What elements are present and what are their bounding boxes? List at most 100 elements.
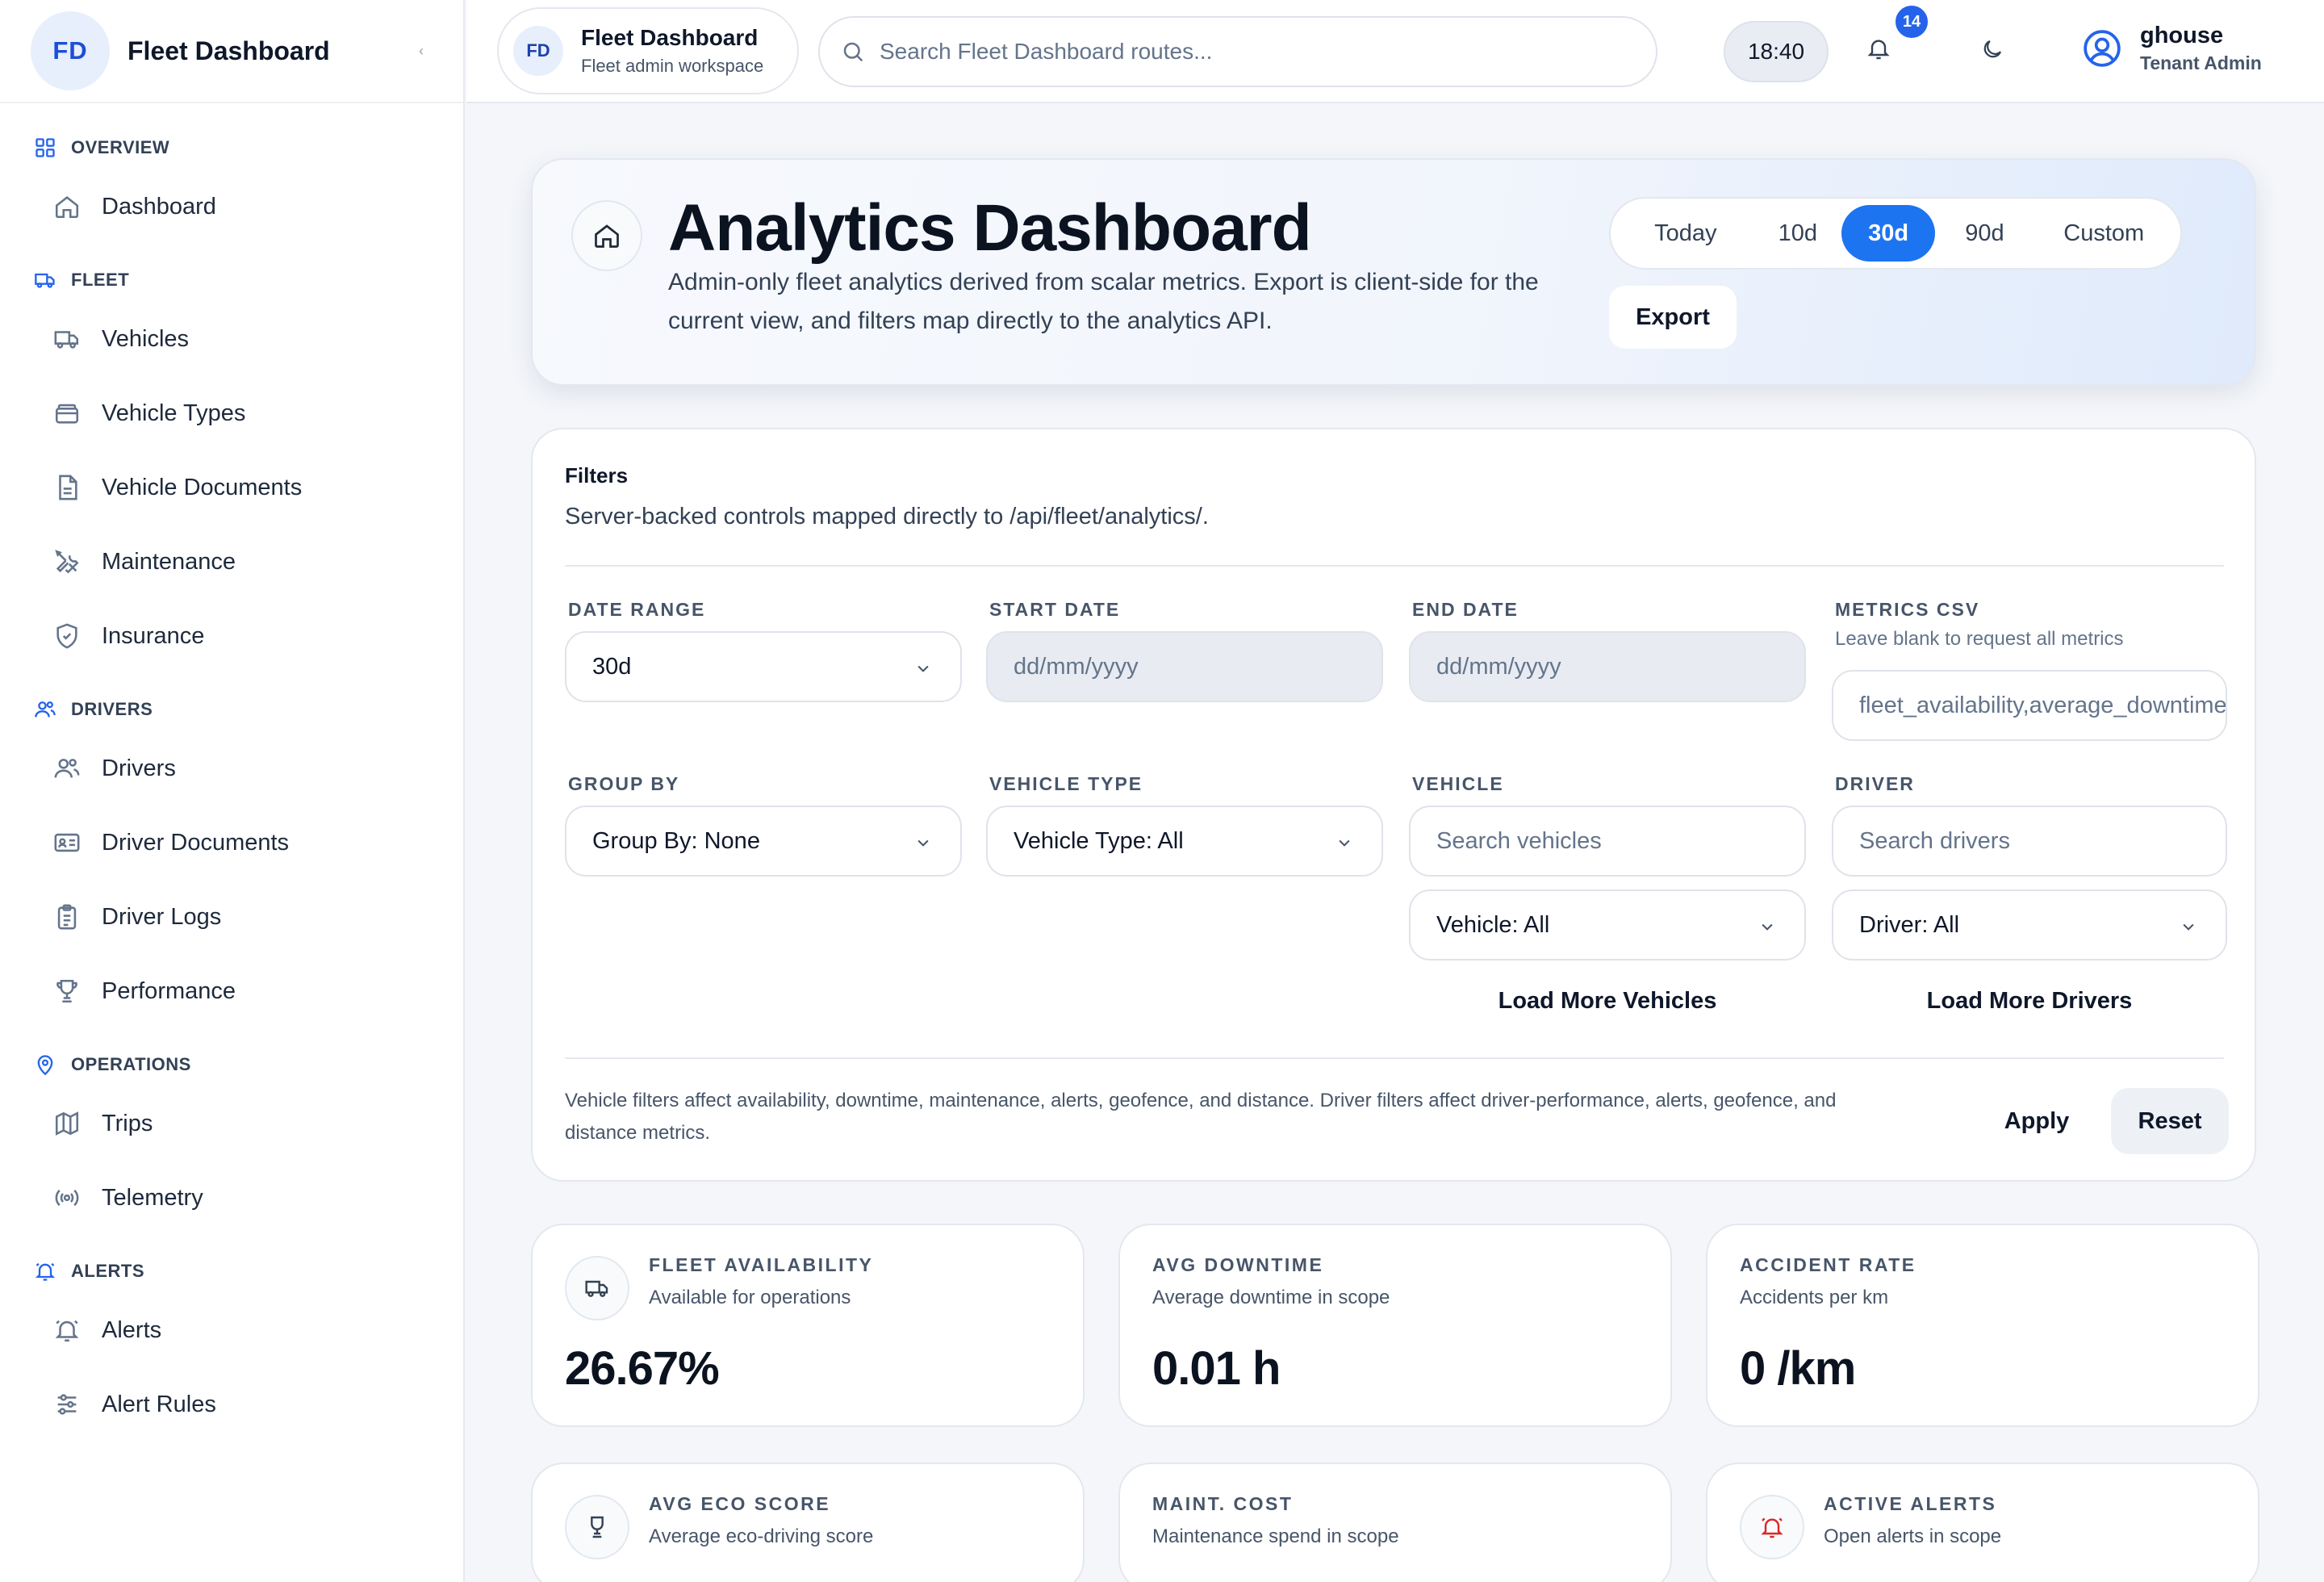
workspace-text: Fleet Dashboard Fleet admin workspace <box>581 25 763 77</box>
sidebar-item-dashboard[interactable]: Dashboard <box>0 170 463 244</box>
range-today-button[interactable]: Today <box>1617 205 1754 262</box>
kpi-value: 0 /km <box>1740 1342 1856 1395</box>
sidebar-brand: FD Fleet Dashboard ‹ <box>0 0 463 103</box>
workspace-subtitle: Fleet admin workspace <box>581 56 764 76</box>
truck-icon <box>35 273 55 288</box>
sidebar-item-insurance[interactable]: Insurance <box>0 599 463 673</box>
sliders-icon <box>57 1394 77 1415</box>
kpi-icon <box>1740 1495 1804 1559</box>
id-card-icon <box>54 833 80 852</box>
kpi-label: AVG DOWNTIME <box>1152 1254 1324 1275</box>
nav-section-title: OVERVIEW <box>71 137 170 157</box>
sidebar-item-label: Alert Rules <box>102 1391 216 1417</box>
bell-icon <box>55 1320 79 1342</box>
bell-icon <box>35 1262 56 1281</box>
sidebar-item-label: Vehicle Types <box>102 400 246 426</box>
nav-section-title: ALERTS <box>71 1261 144 1281</box>
sidebar-item-vehicle-types[interactable]: Vehicle Types <box>0 376 463 450</box>
chevron-down-icon <box>1339 839 1350 847</box>
search-input[interactable] <box>880 39 1606 65</box>
chevron-down-icon <box>917 839 929 847</box>
chevron-down-icon <box>917 665 929 672</box>
collapse-sidebar-icon[interactable]: ‹ <box>410 43 433 60</box>
sidebar-item-label: Insurance <box>102 622 205 649</box>
notifications-bell-icon[interactable] <box>1866 36 1891 61</box>
nav-section-title: OPERATIONS <box>71 1054 191 1074</box>
nav-section-fleet: FLEET <box>0 258 463 302</box>
home-button[interactable] <box>571 200 642 271</box>
sidebar-item-alerts[interactable]: Alerts <box>0 1293 463 1367</box>
sidebar-item-label: Drivers <box>102 755 176 781</box>
page-title: Analytics Dashboard <box>668 191 1312 265</box>
workspace-switcher[interactable]: FD Fleet Dashboard Fleet admin workspace <box>497 7 799 94</box>
brand-name: Fleet Dashboard <box>127 36 330 65</box>
group-by-select[interactable]: Group By: None <box>565 806 962 877</box>
sidebar-item-driver-logs[interactable]: Driver Logs <box>0 880 463 954</box>
sidebar-item-label: Maintenance <box>102 548 236 575</box>
sidebar-item-label: Driver Logs <box>102 903 222 930</box>
users-icon <box>35 701 56 718</box>
vehicle-search-input[interactable]: Search vehicles <box>1409 806 1806 877</box>
range-30d-button[interactable]: 30d <box>1841 205 1936 262</box>
nav-section-title: DRIVERS <box>71 699 153 719</box>
wrench-icon <box>55 550 79 574</box>
end-date-label: END DATE <box>1412 599 1519 620</box>
sidebar-item-driver-documents[interactable]: Driver Documents <box>0 806 463 880</box>
sidebar-item-label: Telemetry <box>102 1184 203 1211</box>
sidebar-item-label: Performance <box>102 977 236 1004</box>
user-role: Tenant Admin <box>2140 52 2262 73</box>
sidebar-item-alert-rules[interactable]: Alert Rules <box>0 1367 463 1442</box>
search-bar[interactable] <box>818 16 1657 87</box>
file-icon <box>59 475 77 500</box>
filters-divider-bottom <box>565 1057 2224 1059</box>
reset-button[interactable]: Reset <box>2111 1088 2229 1154</box>
driver-label: DRIVER <box>1835 773 1915 794</box>
brand-logo[interactable]: FD <box>31 11 110 90</box>
vehicle-select[interactable]: Vehicle: All <box>1409 889 1806 960</box>
search-icon <box>843 42 863 62</box>
sidebar: FD Fleet Dashboard ‹ OVERVIEW Dashboard … <box>0 0 465 1582</box>
range-custom-button[interactable]: Custom <box>2034 205 2174 262</box>
start-date-label: START DATE <box>989 599 1121 620</box>
driver-value: Driver: All <box>1859 911 1960 938</box>
moon-icon[interactable] <box>1980 37 2004 61</box>
sidebar-item-drivers[interactable]: Drivers <box>0 731 463 806</box>
load-more-drivers-button[interactable]: Load More Drivers <box>1832 988 2227 1015</box>
vehicle-type-value: Vehicle Type: All <box>1014 827 1184 854</box>
sidebar-item-vehicles[interactable]: Vehicles <box>0 302 463 376</box>
sidebar-item-trips[interactable]: Trips <box>0 1086 463 1161</box>
kpi-card-maint-cost: MAINT. COST Maintenance spend in scope <box>1118 1463 1672 1582</box>
nav-section-operations: OPERATIONS <box>0 1043 463 1086</box>
load-more-vehicles-button[interactable]: Load More Vehicles <box>1409 988 1806 1015</box>
sidebar-item-performance[interactable]: Performance <box>0 954 463 1028</box>
vehicle-type-select[interactable]: Vehicle Type: All <box>986 806 1383 877</box>
sidebar-item-maintenance[interactable]: Maintenance <box>0 525 463 599</box>
kpi-subtitle: Open alerts in scope <box>1824 1526 2002 1547</box>
kpi-label: ACTIVE ALERTS <box>1824 1493 1997 1514</box>
radio-icon <box>55 1189 79 1207</box>
sidebar-item-telemetry[interactable]: Telemetry <box>0 1161 463 1235</box>
filters-title: Filters <box>565 463 629 488</box>
user-menu[interactable]: ghouse Tenant Admin <box>2082 23 2262 74</box>
date-range-select[interactable]: 30d <box>565 631 962 702</box>
trophy-icon <box>591 1516 604 1538</box>
vehicle-label: VEHICLE <box>1412 773 1504 794</box>
metrics-csv-input[interactable]: fleet_availability,average_downtime <box>1832 670 2227 741</box>
start-date-field[interactable]: dd/mm/yyyy <box>986 631 1383 702</box>
range-10d-button[interactable]: 10d <box>1754 205 1841 262</box>
filters-divider-top <box>565 565 2224 567</box>
export-button[interactable]: Export <box>1609 286 1737 349</box>
end-date-field[interactable]: dd/mm/yyyy <box>1409 631 1806 702</box>
nav-section-alerts: ALERTS <box>0 1249 463 1293</box>
group-by-value: Group By: None <box>592 827 760 854</box>
user-name: ghouse <box>2140 23 2224 48</box>
apply-button[interactable]: Apply <box>1975 1088 2098 1154</box>
driver-select[interactable]: Driver: All <box>1832 889 2227 960</box>
driver-search-input[interactable]: Search drivers <box>1832 806 2227 877</box>
chevron-down-icon <box>2183 923 2194 931</box>
sidebar-item-label: Driver Documents <box>102 829 290 856</box>
sidebar-item-vehicle-documents[interactable]: Vehicle Documents <box>0 450 463 525</box>
trophy-icon <box>56 979 77 1003</box>
workspace-title: Fleet Dashboard <box>581 25 759 50</box>
range-90d-button[interactable]: 90d <box>1935 205 2034 262</box>
